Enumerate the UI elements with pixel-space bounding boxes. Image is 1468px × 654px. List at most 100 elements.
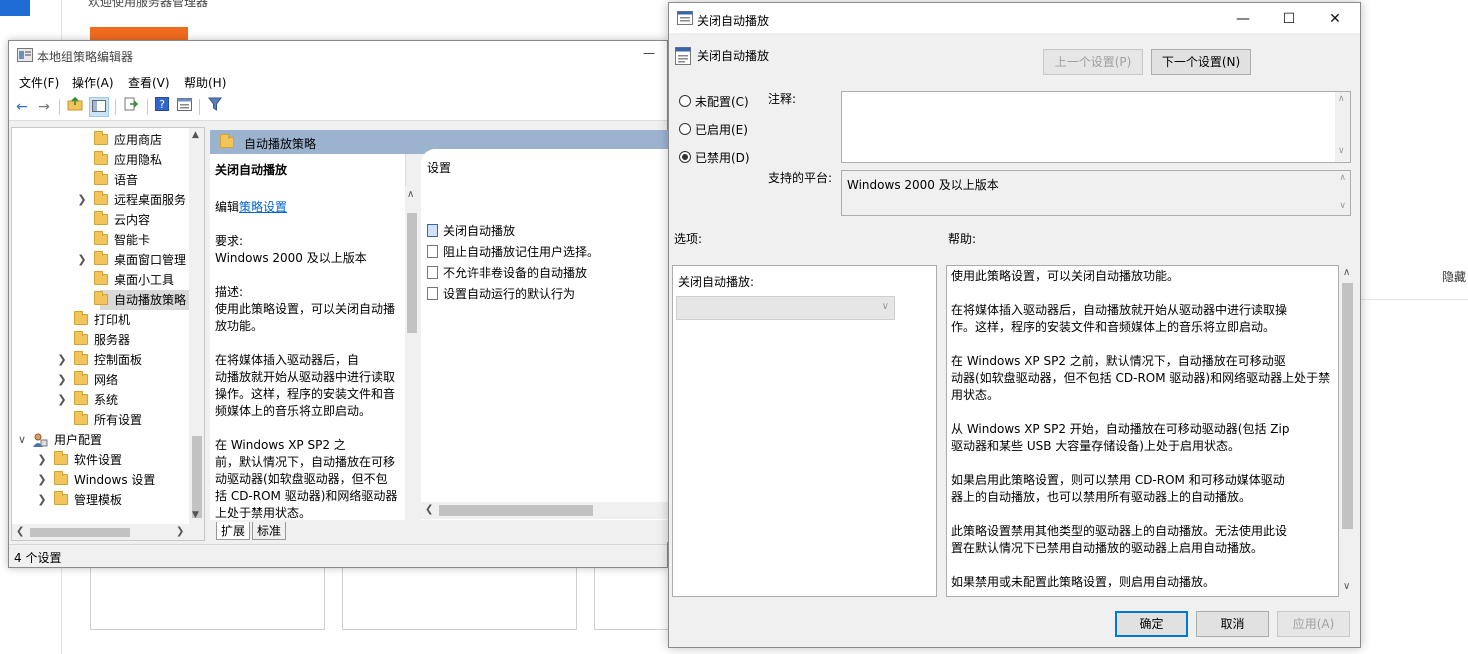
tree-item-label: Windows 设置 <box>74 473 156 487</box>
comment-scrollbar[interactable]: ∧ ∨ <box>1335 92 1350 162</box>
chevron-right-icon[interactable]: ❯ <box>36 450 48 470</box>
menu-help[interactable]: 帮助(H) <box>184 74 226 91</box>
menu-view[interactable]: 查看(V) <box>128 74 170 91</box>
folder-icon <box>94 171 108 185</box>
settings-horizontal-scroll-thumb[interactable] <box>439 505 593 516</box>
tree-item-label: 桌面窗口管理 <box>114 253 187 267</box>
server-manager-orange-tile <box>90 27 188 41</box>
setting-row[interactable]: 关闭自动播放 <box>427 221 515 241</box>
description-scroll-thumb[interactable] <box>407 213 417 333</box>
chevron-right-icon[interactable]: ❯ <box>36 470 48 490</box>
help-line: 如果禁用或未配置此策略设置，则启用自动播放。 <box>951 575 1216 589</box>
options-dropdown[interactable]: ∨ <box>676 296 895 320</box>
gpedit-minimize-button[interactable]: — <box>639 43 659 65</box>
back-arrow-icon[interactable]: ← <box>12 97 32 117</box>
help-line: 作。这样，程序的安装文件和音频媒体上的音乐将立即启动。 <box>951 320 1276 334</box>
chevron-right-icon[interactable]: ❯ <box>56 350 68 370</box>
scroll-right-arrow-icon[interactable]: ❯ <box>176 526 184 537</box>
setting-name: 设置自动运行的默认行为 <box>443 287 576 301</box>
apply-button[interactable]: 应用(A) <box>1277 611 1350 637</box>
help-icon[interactable]: ? <box>152 97 172 117</box>
filter-icon[interactable] <box>205 97 225 117</box>
tree-item[interactable]: 自动播放策略 <box>94 290 196 310</box>
description-line: 操作。这样，程序的安装文件和音 <box>215 387 396 401</box>
gpedit-app-icon <box>17 48 33 62</box>
dialog-maximize-button[interactable]: ☐ <box>1269 7 1309 31</box>
folder-icon <box>94 231 108 245</box>
setting-row[interactable]: 设置自动运行的默认行为 <box>427 284 575 304</box>
setting-row[interactable]: 不允许非卷设备的自动播放 <box>427 263 587 283</box>
up-folder-icon[interactable] <box>65 96 85 117</box>
folder-icon <box>74 311 88 325</box>
scroll-left-arrow-icon[interactable]: ❮ <box>16 526 24 537</box>
tree-vertical-scroll-thumb[interactable] <box>192 436 202 518</box>
tree-item-label: 智能卡 <box>114 233 151 247</box>
show-hide-tree-icon[interactable] <box>89 97 109 117</box>
description-line: 在 Windows XP SP2 之 <box>215 438 346 452</box>
policy-folder-title: 自动播放策略 <box>244 137 317 151</box>
dialog-close-button[interactable]: ✕ <box>1315 7 1355 31</box>
tree-item-label: 应用商店 <box>114 133 163 147</box>
chevron-right-icon[interactable]: ❯ <box>36 490 48 510</box>
scroll-up-arrow-icon[interactable]: ∧ <box>1339 173 1346 183</box>
state-radio[interactable] <box>679 95 691 107</box>
chevron-right-icon[interactable]: ❯ <box>76 190 88 210</box>
help-scroll-thumb[interactable] <box>1342 283 1353 529</box>
hide-link[interactable]: 隐藏 <box>1442 268 1466 285</box>
chevron-right-icon[interactable]: ❯ <box>76 250 88 270</box>
help-vertical-scrollbar[interactable]: ∧ ∨ <box>1340 265 1355 597</box>
scroll-up-arrow-icon[interactable]: ∧ <box>407 189 414 200</box>
state-radio[interactable] <box>679 123 691 135</box>
state-radio-label[interactable]: 未配置(C) <box>695 93 749 110</box>
scroll-down-arrow-icon[interactable]: ∨ <box>1338 146 1345 156</box>
menu-action[interactable]: 操作(A) <box>72 74 114 91</box>
tree-item-label: 系统 <box>94 393 119 407</box>
chevron-down-icon[interactable]: ∨ <box>16 430 28 450</box>
tab-extended[interactable]: 扩展 <box>216 522 250 540</box>
gpedit-title: 本地组策略编辑器 <box>37 50 134 64</box>
export-list-icon[interactable] <box>121 97 141 117</box>
server-manager-nav-highlight <box>0 0 30 16</box>
previous-setting-button[interactable]: 上一个设置(P) <box>1043 49 1143 75</box>
help-line: 如果启用此策略设置，则可以禁用 CD-ROM 和可移动媒体驱动 <box>951 473 1285 487</box>
gpedit-titlebar[interactable]: 本地组策略编辑器 — <box>9 41 667 69</box>
scroll-left-arrow-icon[interactable]: ❮ <box>425 504 433 515</box>
dialog-title: 关闭自动播放 <box>697 14 770 28</box>
scroll-down-arrow-icon[interactable]: ∨ <box>1339 201 1346 211</box>
state-radio[interactable] <box>679 151 691 163</box>
forward-arrow-icon[interactable]: → <box>34 97 54 117</box>
comment-textarea[interactable]: ∧ ∨ <box>841 91 1351 163</box>
gpedit-menubar: 文件(F) 操作(A) 查看(V) 帮助(H) <box>9 69 667 93</box>
menu-file[interactable]: 文件(F) <box>19 74 59 91</box>
scroll-up-arrow-icon[interactable]: ▲ <box>192 130 199 140</box>
toolbar-separator <box>199 99 200 115</box>
tree-item-label: 所有设置 <box>94 413 143 427</box>
tab-standard[interactable]: 标准 <box>252 522 286 540</box>
scroll-down-arrow-icon[interactable]: ▼ <box>192 510 199 520</box>
settings-column-header[interactable]: 设置 <box>427 159 451 176</box>
dialog-titlebar[interactable]: 关闭自动播放 — ☐ ✕ <box>669 3 1360 33</box>
chevron-right-icon[interactable]: ❯ <box>56 390 68 410</box>
chevron-right-icon[interactable]: ❯ <box>56 370 68 390</box>
properties-icon[interactable] <box>174 97 194 117</box>
scroll-down-arrow-icon[interactable]: ∨ <box>1343 581 1350 592</box>
setting-name: 阻止自动播放记住用户选择。 <box>443 245 600 259</box>
folder-icon <box>94 191 108 205</box>
edit-policy-settings-link[interactable]: 策略设置 <box>239 200 287 214</box>
next-setting-button[interactable]: 下一个设置(N) <box>1151 49 1251 75</box>
policy-tree: 应用商店 应用隐私 语音 ❯ 远程桌面服务 云内容 智能卡 ❯ 桌面窗口管理 桌面小工具 自动播放策… <box>11 127 205 541</box>
state-radio-label[interactable]: 已启用(E) <box>695 121 748 138</box>
tree-horizontal-scroll-thumb[interactable] <box>30 528 130 537</box>
ok-button[interactable]: 确定 <box>1115 611 1188 637</box>
dialog-minimize-button[interactable]: — <box>1223 7 1263 31</box>
state-radio-label[interactable]: 已禁用(D) <box>695 149 750 166</box>
setting-row[interactable]: 阻止自动播放记住用户选择。 <box>427 242 599 262</box>
setting-name: 关闭自动播放 <box>443 224 516 238</box>
folder-icon <box>94 211 108 225</box>
folder-icon <box>74 331 88 345</box>
scroll-up-arrow-icon[interactable]: ∧ <box>1343 267 1350 278</box>
supported-platform-field: Windows 2000 及以上版本 ∧ ∨ <box>841 170 1351 216</box>
scroll-up-arrow-icon[interactable]: ∧ <box>1338 94 1345 104</box>
policy-document-icon <box>675 47 691 65</box>
cancel-button[interactable]: 取消 <box>1196 611 1269 637</box>
